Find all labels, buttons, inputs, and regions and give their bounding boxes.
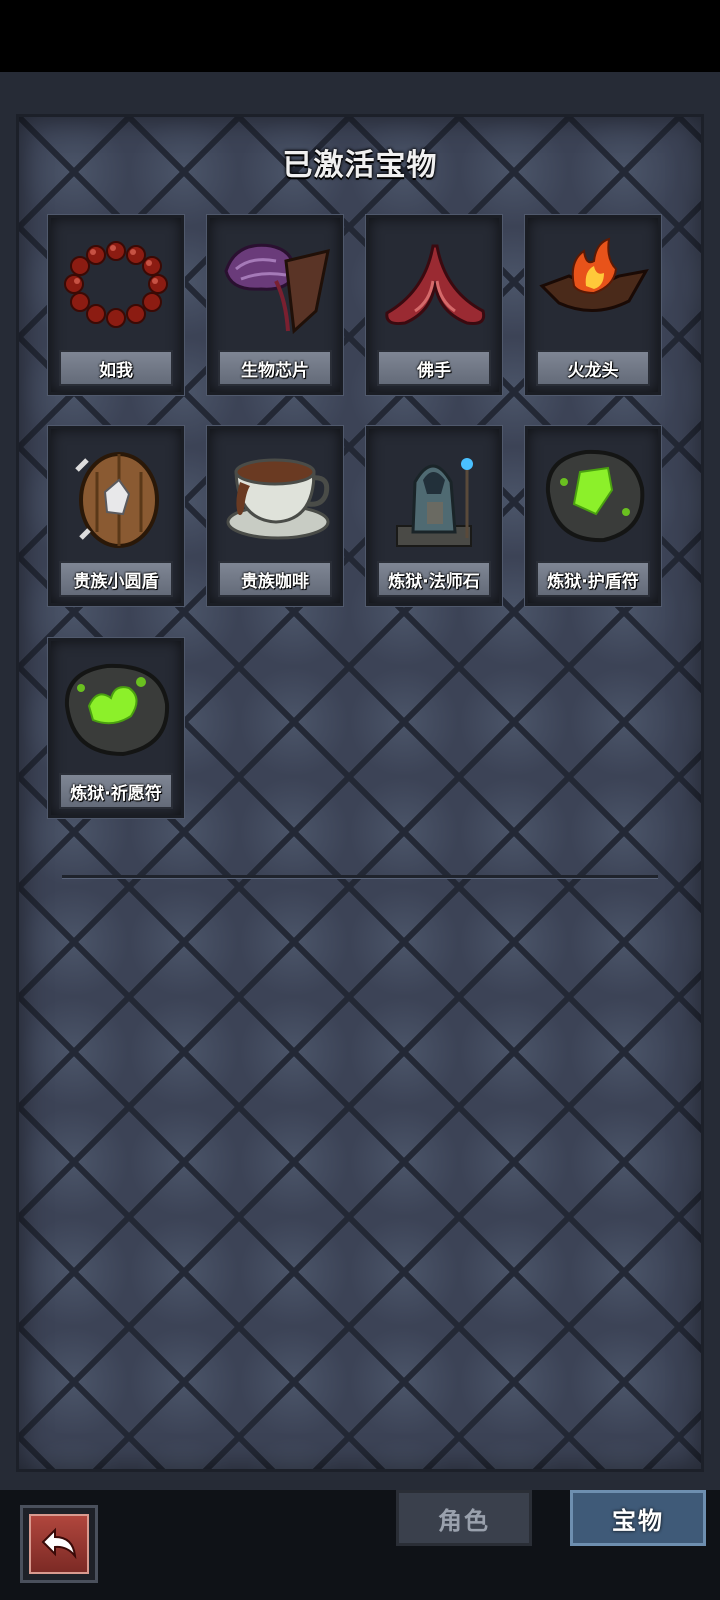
treasure-name: 如我 xyxy=(59,350,173,386)
treasure-card-biochip[interactable]: 生物芯片 xyxy=(207,215,343,395)
round-shield-icon xyxy=(57,437,175,557)
treasure-name: 佛手 xyxy=(377,350,491,386)
treasure-name: 炼狱·护盾符 xyxy=(536,561,650,597)
treasure-card-noble-shield[interactable]: 贵族小圆盾 xyxy=(48,426,184,606)
treasure-card-wish-rune[interactable]: 炼狱·祈愿符 xyxy=(48,638,184,818)
biochip-icon xyxy=(216,226,334,346)
red-bead-bracelet-icon xyxy=(57,226,175,346)
tab-treasure[interactable]: 宝物 xyxy=(570,1490,706,1546)
back-button[interactable] xyxy=(20,1505,98,1583)
treasure-name: 贵族小圆盾 xyxy=(59,561,173,597)
treasure-card-shield-rune[interactable]: 炼狱·护盾符 xyxy=(525,426,661,606)
treasure-card-fire-dragon[interactable]: 火龙头 xyxy=(525,215,661,395)
treasure-name: 炼狱·法师石 xyxy=(377,561,491,597)
coffee-cup-icon xyxy=(216,437,334,557)
status-bar xyxy=(0,0,720,72)
green-rune-stone-icon xyxy=(534,437,652,557)
treasure-card-foshou[interactable]: 佛手 xyxy=(366,215,502,395)
back-arrow-icon xyxy=(29,1514,89,1574)
treasure-name: 生物芯片 xyxy=(218,350,332,386)
section-divider xyxy=(62,875,658,878)
treasure-name: 炼狱·祈愿符 xyxy=(59,773,173,809)
treasure-name: 贵族咖啡 xyxy=(218,561,332,597)
treasure-card-ruwo[interactable]: 如我 xyxy=(48,215,184,395)
tab-role[interactable]: 角色 xyxy=(396,1490,532,1546)
green-rune-stone-icon xyxy=(57,649,175,769)
page-title: 已激活宝物 xyxy=(282,148,438,183)
treasure-card-mage-stone[interactable]: 炼狱·法师石 xyxy=(366,426,502,606)
treasure-card-noble-coffee[interactable]: 贵族咖啡 xyxy=(207,426,343,606)
fire-dragon-head-icon xyxy=(534,226,652,346)
treasure-name: 火龙头 xyxy=(536,350,650,386)
mage-statue-icon xyxy=(375,437,493,557)
buddha-hand-icon xyxy=(375,226,493,346)
